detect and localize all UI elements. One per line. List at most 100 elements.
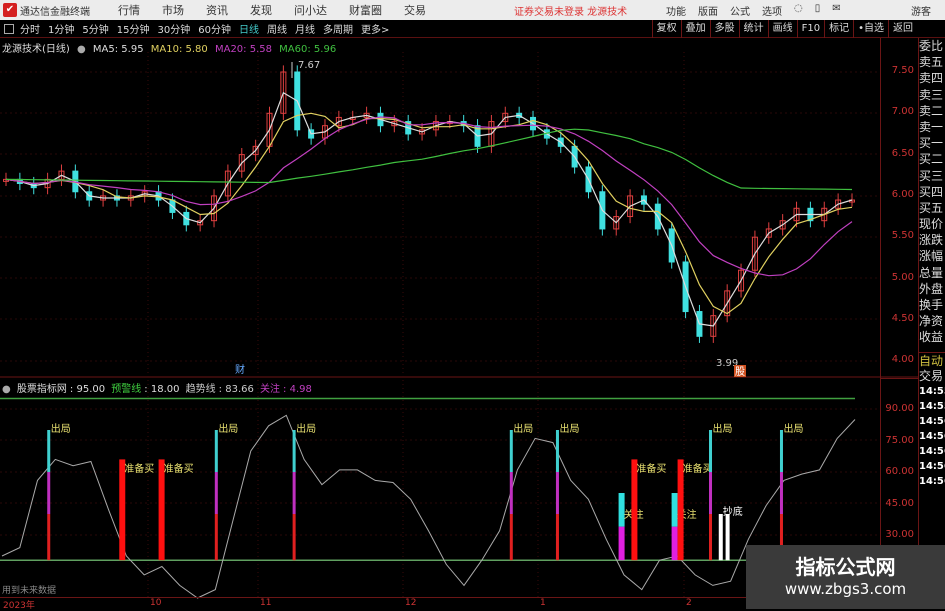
trade-time: 14:56 bbox=[919, 430, 945, 442]
signal-label-exit: 出局 bbox=[559, 422, 579, 435]
watermark-url: www.zbgs3.com bbox=[784, 580, 907, 598]
signal-bar-exit bbox=[214, 514, 218, 561]
signal-bar-exit bbox=[709, 472, 713, 514]
signal-label-exit: 出局 bbox=[513, 422, 533, 435]
quote-label: 涨幅 bbox=[919, 249, 944, 264]
signal-bar-exit bbox=[509, 472, 513, 514]
quote-label: 涨跌 bbox=[919, 233, 944, 248]
high-price-label: 7.67 bbox=[298, 60, 320, 71]
trend-label: 趋势线 bbox=[185, 384, 216, 395]
signal-bar-exit bbox=[509, 430, 513, 472]
quote-label: 卖三 bbox=[919, 87, 944, 102]
price-tick: 5.50 bbox=[891, 230, 914, 242]
signal-bar-exit bbox=[214, 430, 218, 472]
quote-label: 买四 bbox=[919, 184, 944, 199]
quote-label: 委比 bbox=[919, 39, 944, 53]
trade-label: 交易 bbox=[919, 368, 944, 383]
indicator-tick: 30.00 bbox=[885, 529, 914, 540]
quote-label: 现价 bbox=[919, 217, 944, 232]
signal-label-exit: 出局 bbox=[783, 422, 803, 435]
ma-line bbox=[5, 128, 853, 191]
signal-bar-exit bbox=[292, 430, 296, 472]
signal-bar-watch bbox=[618, 526, 625, 561]
quote-label: 换手 bbox=[919, 298, 944, 312]
signal-bar-exit bbox=[509, 514, 513, 561]
indicator-tick: 60.00 bbox=[885, 466, 914, 477]
warn-label: 预警线 bbox=[111, 384, 142, 395]
chart-canvas[interactable]: 7.673.99财股出局准备买准备买出局出局出局出局关注准备买关注准备买出局抄底… bbox=[0, 0, 945, 609]
signal-bar-exit bbox=[779, 430, 783, 472]
price-tick: 7.50 bbox=[891, 65, 914, 76]
signal-bar-exit bbox=[292, 514, 296, 561]
quote-label: 收益 bbox=[919, 330, 944, 345]
finance-marker: 财 bbox=[235, 363, 245, 376]
ma-line bbox=[5, 112, 853, 315]
warn-value: : 18.00 bbox=[144, 384, 180, 395]
price-tick: 4.50 bbox=[891, 312, 914, 324]
price-tick: 7.00 bbox=[891, 106, 914, 118]
event-marker-text: 股 bbox=[735, 366, 745, 378]
indicator-value: : 95.00 bbox=[69, 384, 106, 395]
indicator-tick: 45.00 bbox=[885, 497, 914, 509]
price-axis: 7.50 7.00 6.50 6.00 5.50 5.00 4.50 4.00 bbox=[880, 38, 918, 378]
indicator-legend: ● 股票指标网: 95.00 预警线: 18.00 趋势线: 83.66 关注:… bbox=[2, 380, 315, 395]
date-tick: 10 bbox=[150, 598, 162, 608]
signal-bar-exit bbox=[47, 514, 51, 561]
trade-time: 14:56 bbox=[919, 445, 945, 457]
signal-label-exit: 出局 bbox=[296, 422, 316, 435]
signal-bar-watch bbox=[671, 526, 678, 561]
signal-bar-exit bbox=[292, 472, 296, 514]
trend-value: : 83.66 bbox=[218, 384, 254, 395]
signal-label-buy: 准备买 bbox=[683, 462, 713, 475]
signal-label-exit: 出局 bbox=[713, 422, 733, 435]
price-tick: 6.50 bbox=[891, 147, 914, 159]
quote-label: 买五 bbox=[919, 200, 944, 215]
trade-time: 14:55 bbox=[919, 400, 945, 412]
date-tick: 12 bbox=[405, 598, 417, 608]
future-data-note: 用到未来数据 bbox=[2, 586, 57, 596]
signal-bar-exit bbox=[555, 430, 559, 472]
quote-label: 总量 bbox=[919, 265, 944, 280]
quote-label: 外盘 bbox=[919, 281, 944, 296]
signal-label-exit: 出局 bbox=[218, 422, 238, 435]
signal-bar-exit bbox=[214, 472, 218, 514]
date-tick: 1 bbox=[540, 598, 546, 608]
quote-label: 买三 bbox=[919, 168, 944, 183]
date-tick: 2023年 bbox=[3, 601, 35, 611]
signal-label-buy: 准备买 bbox=[636, 462, 666, 475]
signal-bar-exit bbox=[779, 472, 783, 514]
watermark: 指标公式网 www.zbgs3.com bbox=[746, 545, 945, 609]
date-tick: 2 bbox=[686, 598, 692, 608]
quote-label: 净资 bbox=[919, 314, 944, 329]
auto-label[interactable]: 自动 bbox=[919, 351, 945, 368]
quote-label: 卖五 bbox=[919, 55, 944, 70]
focus-label: 关注 bbox=[260, 384, 281, 395]
quote-label: 卖一 bbox=[919, 119, 944, 134]
signal-bar-exit bbox=[555, 514, 559, 561]
settings-icon[interactable]: ● bbox=[2, 384, 11, 395]
trade-time: 14:56 bbox=[919, 475, 945, 487]
signal-bar-exit bbox=[47, 472, 51, 514]
quote-label: 卖二 bbox=[919, 103, 944, 118]
signal-bar-exit bbox=[709, 514, 713, 561]
watermark-title: 指标公式网 bbox=[795, 555, 896, 579]
quote-label: 卖四 bbox=[919, 71, 944, 86]
signal-label-exit: 出局 bbox=[51, 422, 71, 435]
quote-label: 买一 bbox=[919, 136, 944, 151]
signal-bar-exit bbox=[555, 472, 559, 514]
focus-value: : 4.98 bbox=[283, 384, 312, 395]
trade-time: 14:56 bbox=[919, 460, 945, 472]
price-tick: 4.00 bbox=[891, 354, 914, 366]
trade-time: 14:55 bbox=[919, 385, 945, 397]
indicator-tick: 75.00 bbox=[885, 434, 914, 446]
price-tick: 5.00 bbox=[891, 271, 914, 283]
indicator-tick: 90.00 bbox=[885, 403, 914, 414]
signal-label-buy: 准备买 bbox=[124, 462, 154, 475]
price-tick: 6.00 bbox=[891, 188, 914, 200]
signal-label-buy: 准备买 bbox=[164, 462, 194, 475]
signal-bar-bottom bbox=[718, 514, 723, 561]
quote-panel: 委比卖五 卖四 卖三 卖二 卖一买一 买二 买三 买四 买五现价 涨跌 涨幅 总量 外盘换手净资 收益自动… bbox=[918, 38, 945, 609]
signal-bar-bottom bbox=[725, 514, 730, 561]
indicator-name: 股票指标网 bbox=[16, 384, 67, 395]
quote-label: 买二 bbox=[919, 152, 944, 167]
